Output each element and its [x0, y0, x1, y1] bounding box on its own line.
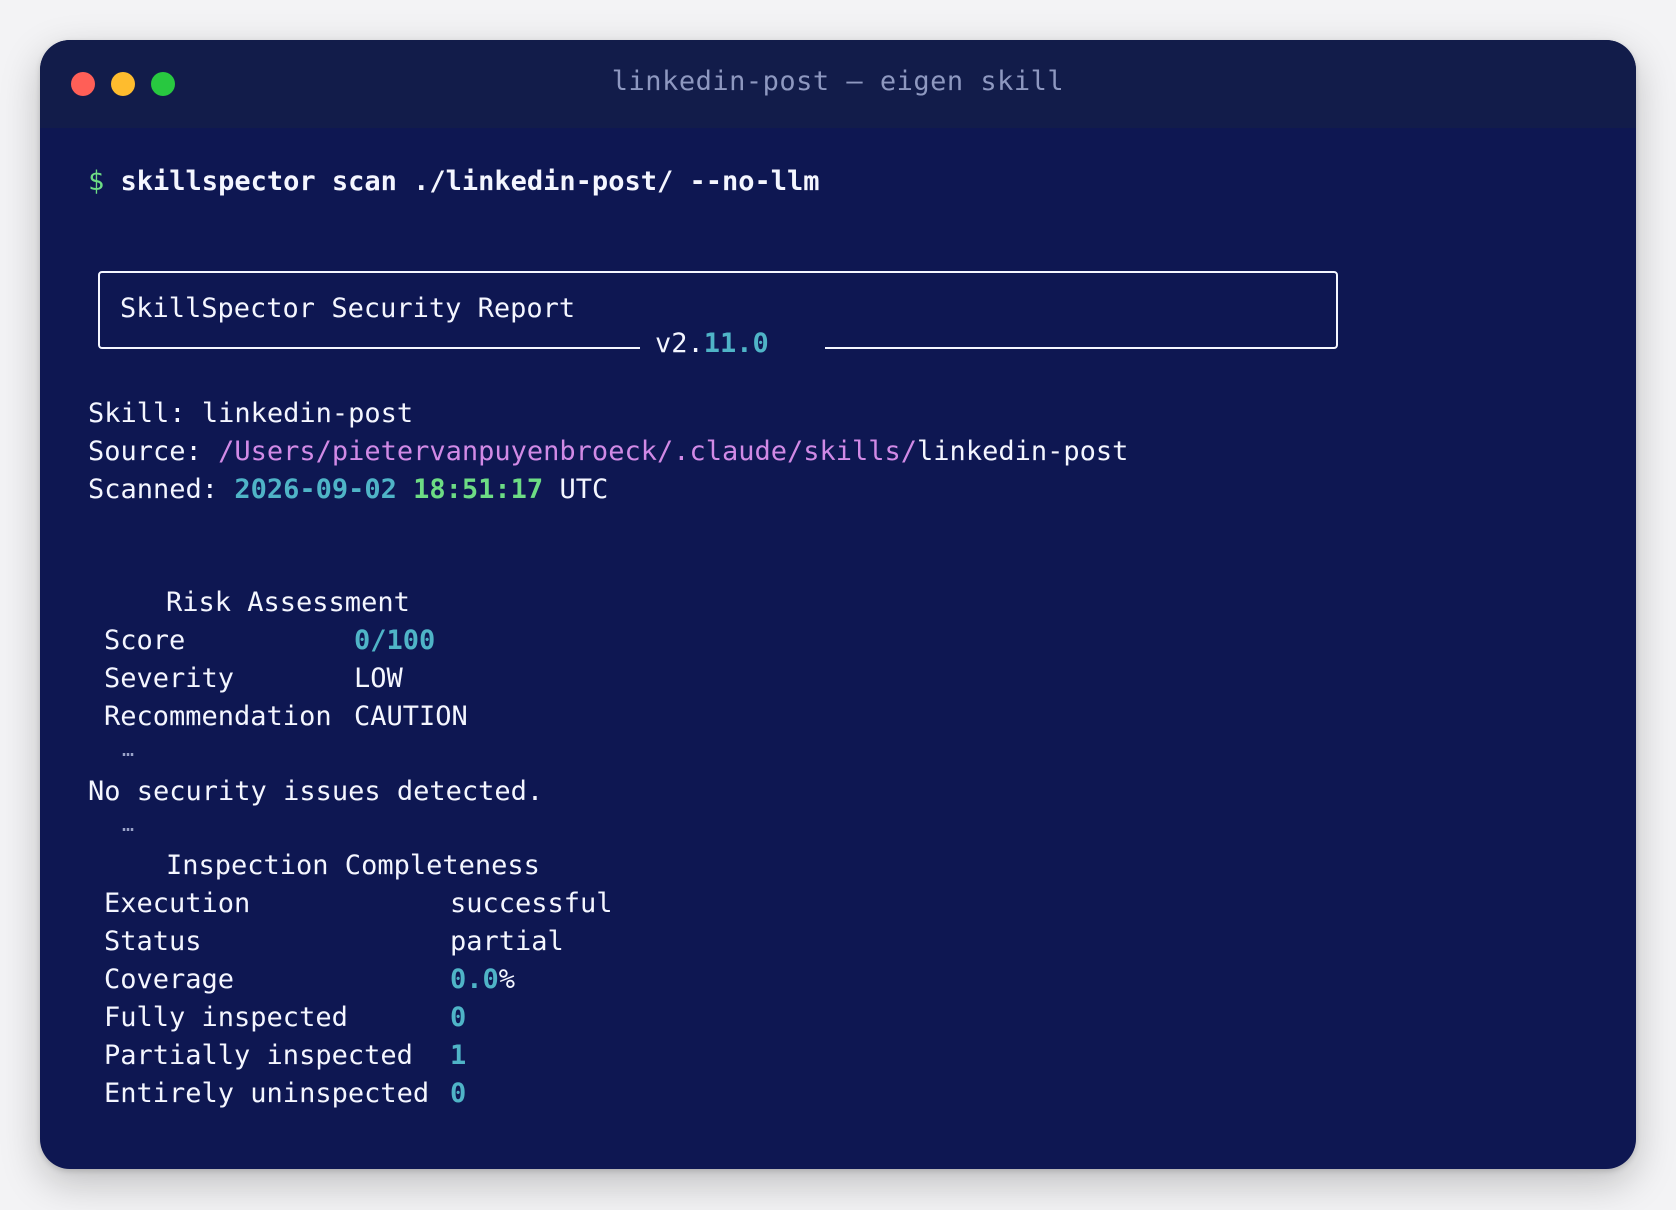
scanned-line: Scanned: 2026-09-02 18:51:17 UTC [88, 472, 608, 508]
completeness-value-status: partial [450, 926, 564, 957]
prompt-symbol: $ [88, 166, 105, 197]
risk-value-score: 0/100 [354, 625, 436, 656]
issues-message: No security issues detected. [88, 776, 544, 807]
coverage-number: 0.0 [450, 964, 499, 995]
completeness-label-execution: Execution [104, 888, 251, 919]
completeness-label-status: Status [104, 926, 202, 957]
risk-value-severity: LOW [354, 663, 403, 694]
terminal-output[interactable]: $ skillspector scan ./linkedin-post/ --n… [40, 128, 1636, 1169]
report-title: SkillSpector Security Report [120, 293, 576, 324]
skill-label: Skill: [88, 398, 186, 429]
source-path-dir: /Users/pietervanpuyenbroeck/.claude/skil… [218, 436, 918, 467]
title-bar: linkedin-post — eigen skill [40, 40, 1636, 128]
completeness-value-partially: 1 [450, 1040, 467, 1071]
command-text: skillspector scan ./linkedin-post/ --no-… [120, 166, 820, 197]
completeness-value-execution: successful [450, 888, 613, 919]
separator-ellipsis: … [122, 812, 135, 836]
source-label: Source: [88, 436, 202, 467]
risk-label-recommendation: Recommendation [104, 701, 332, 732]
risk-value-recommendation: CAUTION [354, 701, 468, 732]
completeness-value-uninspected: 0 [450, 1078, 467, 1109]
scanned-timezone: UTC [559, 474, 609, 505]
window-title: linkedin-post — eigen skill [611, 66, 1065, 97]
command-line: $ skillspector scan ./linkedin-post/ --n… [88, 164, 820, 200]
coverage-unit: % [498, 964, 516, 995]
separator-ellipsis: … [122, 737, 135, 761]
skill-value: linkedin-post [201, 398, 414, 429]
version-label: v2.11.0 [655, 326, 769, 362]
completeness-value-coverage: 0.0% [450, 962, 515, 998]
completeness-label-coverage: Coverage [104, 964, 235, 995]
completeness-label-uninspected: Entirely uninspected [104, 1078, 430, 1109]
risk-label-score: Score [104, 625, 186, 656]
risk-heading: Risk Assessment [166, 587, 410, 618]
completeness-label-fully: Fully inspected [104, 1002, 348, 1033]
scanned-time: 18:51:17 [413, 474, 544, 505]
source-path-name: linkedin-post [917, 436, 1129, 467]
scanned-date: 2026-09-02 [234, 474, 397, 505]
risk-label-severity: Severity [104, 663, 235, 694]
terminal-window: linkedin-post — eigen skill $ skillspect… [40, 40, 1636, 1169]
completeness-heading: Inspection Completeness [166, 850, 540, 881]
source-line: Source: /Users/pietervanpuyenbroeck/.cla… [88, 434, 1128, 470]
version-prefix: v2. [655, 328, 704, 359]
completeness-label-partially: Partially inspected [104, 1040, 413, 1071]
scanned-label: Scanned: [88, 474, 219, 505]
skill-line: Skill: linkedin-post [88, 396, 413, 432]
version-number: 11.0 [703, 328, 769, 359]
completeness-value-fully: 0 [450, 1002, 467, 1033]
